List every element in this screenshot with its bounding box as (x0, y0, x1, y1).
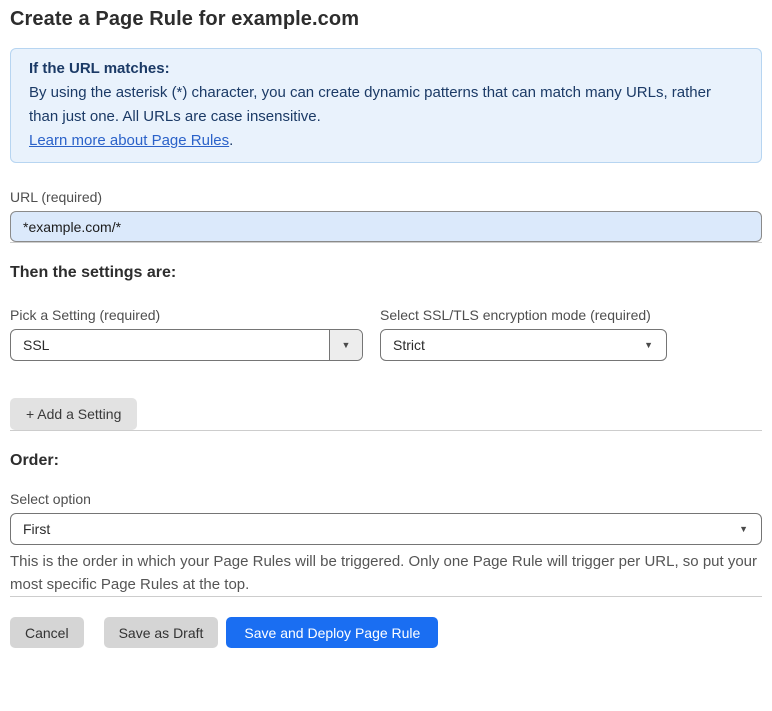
page-title: Create a Page Rule for example.com (10, 8, 360, 30)
chevron-down-icon: ▼ (739, 524, 748, 534)
order-section-heading: Order: (10, 452, 59, 469)
order-field: Select option First ▼ (10, 490, 762, 545)
info-heading: If the URL matches: (29, 60, 170, 77)
chevron-down-icon: ▼ (644, 340, 653, 350)
learn-more-link[interactable]: Learn more about Page Rules (29, 132, 229, 149)
save-deploy-button[interactable]: Save and Deploy Page Rule (226, 617, 439, 648)
info-body-text: By using the asterisk (*) character, you… (29, 84, 711, 125)
url-input[interactable] (10, 211, 762, 242)
chevron-down-icon[interactable]: ▼ (329, 330, 362, 360)
order-select-value: First (23, 521, 51, 537)
section-divider (10, 596, 762, 597)
setting-picker-label: Pick a Setting (required) (10, 307, 161, 323)
order-help-text: This is the order in which your Page Rul… (10, 553, 758, 593)
ssl-mode-select[interactable]: Strict ▼ (380, 329, 667, 361)
settings-row: Pick a Setting (required) SSL ▼ Select S… (10, 306, 762, 361)
url-match-info-callout: If the URL matches: By using the asteris… (10, 48, 762, 163)
add-setting-button[interactable]: + Add a Setting (10, 398, 138, 430)
info-link-line: Learn more about Page Rules. (29, 129, 743, 153)
section-divider (10, 430, 762, 431)
ssl-mode-value: Strict (393, 337, 425, 353)
cancel-button[interactable]: Cancel (10, 617, 84, 648)
save-draft-button[interactable]: Save as Draft (103, 617, 219, 648)
setting-picker-value: SSL (23, 337, 50, 353)
footer-actions: Cancel Save as Draft Save and Deploy Pag… (10, 617, 762, 648)
order-select-label: Select option (10, 491, 91, 507)
create-page-rule-form: Create a Page Rule for example.com If th… (0, 0, 772, 648)
settings-section-heading: Then the settings are: (10, 264, 177, 281)
ssl-mode-field: Select SSL/TLS encryption mode (required… (380, 306, 667, 361)
url-field-label: URL (required) (10, 189, 103, 205)
setting-picker-select[interactable]: SSL ▼ (10, 329, 363, 361)
setting-picker-field: Pick a Setting (required) SSL ▼ (10, 306, 363, 361)
ssl-mode-label: Select SSL/TLS encryption mode (required… (380, 307, 651, 323)
order-select[interactable]: First ▼ (10, 513, 762, 545)
section-divider (10, 242, 762, 243)
info-link-suffix: . (229, 132, 234, 149)
